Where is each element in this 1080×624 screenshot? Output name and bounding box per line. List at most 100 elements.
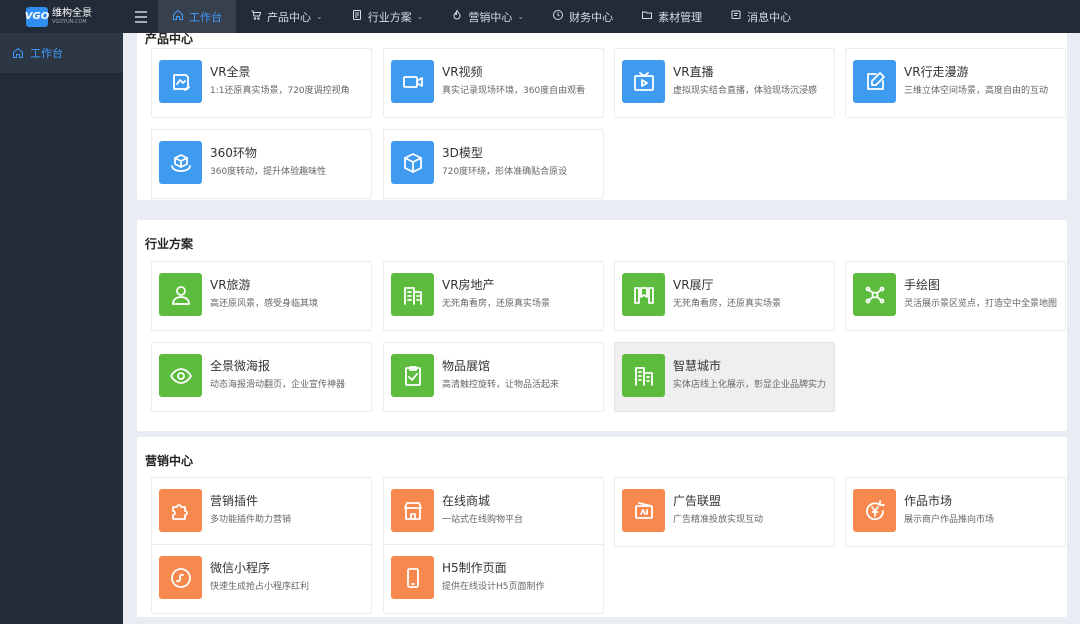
document-icon [351,9,363,24]
card-description: 720度环绕，形体准确贴合原设 [442,167,568,177]
logo-mark: VGO [25,6,49,27]
card-description: 高还原风景，感受身临其境 [210,299,319,309]
feature-card[interactable]: VR全景 1:1还原真实场景，720度调控视角 [151,48,372,118]
card-description: 灵活展示景区览点，打造空中全景地图 [904,299,1058,309]
feature-card[interactable]: 广告联盟 广告精准投放实现互动 [614,477,835,547]
ad-card-icon [622,489,665,532]
card-description: 360度转动，提升体验趣味性 [210,167,327,177]
cube-icon [391,141,434,184]
feature-card[interactable]: 作品市场展示商户作品推向市场 [845,477,1066,547]
section-title: 产品中心 [145,33,194,46]
card-description: 展示商户作品推向市场 [904,515,995,525]
person-icon [159,273,202,316]
logo-name: 维构全景 [52,7,92,19]
card-description: 三维立体空间场景，高度自由的互动 [904,86,1049,96]
city-icon [622,354,665,397]
logo[interactable]: VGO 维构全景 VGOYUN.COM [0,0,123,33]
section-industry: 行业方案 VR旅游 高还原风景，感受身临其境 VR房地产 无死角看房，还原真实场景 VR… [137,220,1067,431]
feature-card[interactable]: 全景微海报动态海报滑动翻页，企业宣传神器 [151,342,372,412]
card-description: 提供在线设计H5页面制作 [442,582,545,592]
chevron-down-icon: ⌄ [416,12,424,21]
feature-card[interactable]: 3D模型 720度环绕，形体准确贴合原设 [383,129,604,199]
feature-card[interactable]: H5制作页面提供在线设计H5页面制作 [383,544,604,614]
sidebar-item-workbench[interactable]: 工作台 [0,33,123,73]
card-title: 作品市场 [904,494,953,508]
top-nav: 工作台 产品中心 ⌄ 行业方案 ⌄ 营销中心 ⌄ 财务中心 素材管理 消息中心 [158,0,805,33]
feature-card[interactable]: VR房地产无死角看房，还原真实场景 [383,261,604,331]
folder-icon [641,9,653,24]
section-marketing: 营销中心 营销插件 多功能插件助力营销 在线商城 一站式在线购物平台 广告联盟 广告精准投… [137,437,1067,617]
feature-card[interactable]: 物品展馆 高清触控旋转，让物品活起来 [383,342,604,412]
card-title: 手绘图 [904,278,941,292]
card-title: 物品展馆 [442,359,491,373]
card-description: 虚拟现实结合直播，体验现场沉浸感 [673,86,818,96]
nav-item-2[interactable]: 行业方案 ⌄ [337,0,438,33]
feature-card[interactable]: VR直播虚拟现实结合直播，体验现场沉浸感 [614,48,835,118]
nav-item-6[interactable]: 消息中心 [716,0,805,33]
clock-icon [552,9,564,24]
card-description: 实体店线上化展示，彰显企业品牌实力 [673,380,827,390]
card-title: VR展厅 [673,278,714,292]
nav-item-0[interactable]: 工作台 [158,0,236,33]
nav-item-5[interactable]: 素材管理 [627,0,716,33]
main-content: 产品中心 VR全景 1:1还原真实场景，720度调控视角 VR视频真实记录现场环境，… [123,33,1080,624]
card-title: VR全景 [210,65,251,79]
nav-item-label: 工作台 [189,10,222,24]
feature-card[interactable]: VR展厅无死角看房，还原真实场景 [614,261,835,331]
phone-icon [391,556,434,599]
card-title: VR视频 [442,65,483,79]
nav-item-label: 行业方案 [367,10,412,24]
card-title: 在线商城 [442,494,491,508]
eye-icon [159,354,202,397]
nav-item-label: 消息中心 [747,10,792,24]
tv-play-icon [622,60,665,103]
nav-item-4[interactable]: 财务中心 [538,0,627,33]
card-title: VR房地产 [442,278,495,292]
card-description: 真实记录现场环境，360度自由观看 [442,86,586,96]
chevron-down-icon: ⌄ [517,12,525,21]
section-products: 产品中心 VR全景 1:1还原真实场景，720度调控视角 VR视频真实记录现场环境，… [137,33,1067,200]
feature-card[interactable]: VR旅游 高还原风景，感受身临其境 [151,261,372,331]
card-description: 无死角看房，还原真实场景 [673,299,782,309]
nav-item-1[interactable]: 产品中心 ⌄ [236,0,337,33]
card-title: H5制作页面 [442,561,507,575]
nodes-icon [853,273,896,316]
feature-card[interactable]: VR视频真实记录现场环境，360度自由观看 [383,48,604,118]
feature-card[interactable]: 360环物 360度转动，提升体验趣味性 [151,129,372,199]
feature-card[interactable]: 营销插件多功能插件助力营销 [151,477,372,547]
exhibition-icon [622,273,665,316]
clipboard-check-icon [391,354,434,397]
logo-domain: VGOYUN.COM [52,18,87,25]
card-description: 多功能插件助力营销 [210,515,292,525]
feature-card[interactable]: 在线商城 一站式在线购物平台 [383,477,604,547]
feature-card[interactable]: 微信小程序快速生成抢占小程序红利 [151,544,372,614]
card-description: 广告精准投放实现互动 [673,515,764,525]
chevron-down-icon: ⌄ [316,12,323,21]
card-title: 微信小程序 [210,561,271,575]
card-description: 无死角看房，还原真实场景 [442,299,551,309]
card-title: 全景微海报 [210,359,271,373]
card-description: 动态海报滑动翻页，企业宣传神器 [210,380,346,390]
building-icon [391,273,434,316]
card-title: 智慧城市 [673,359,722,373]
miniprogram-icon [159,556,202,599]
card-description: 1:1还原真实场景，720度调控视角 [210,86,350,96]
cube-rotate-icon [159,141,202,184]
card-description: 快速生成抢占小程序红利 [210,582,310,592]
feature-card[interactable]: 手绘图灵活展示景区览点，打造空中全景地图 [845,261,1066,331]
store-icon [391,489,434,532]
flame-icon [451,9,463,24]
nav-item-3[interactable]: 营销中心 ⌄ [437,0,538,33]
panorama-icon [159,60,202,103]
card-title: VR行走漫游 [904,65,969,79]
sidebar-item-label: 工作台 [30,47,63,60]
nav-item-label: 营销中心 [468,10,513,24]
card-title: 营销插件 [210,494,259,508]
yen-refresh-icon [853,489,896,532]
card-title: VR直播 [673,65,714,79]
card-title: 3D模型 [442,146,483,160]
menu-toggle-icon[interactable] [123,0,158,33]
feature-card[interactable]: 智慧城市实体店线上化展示，彰显企业品牌实力 [614,342,835,412]
feature-card[interactable]: VR行走漫游三维立体空间场景，高度自由的互动 [845,48,1066,118]
cart-icon [250,9,262,24]
